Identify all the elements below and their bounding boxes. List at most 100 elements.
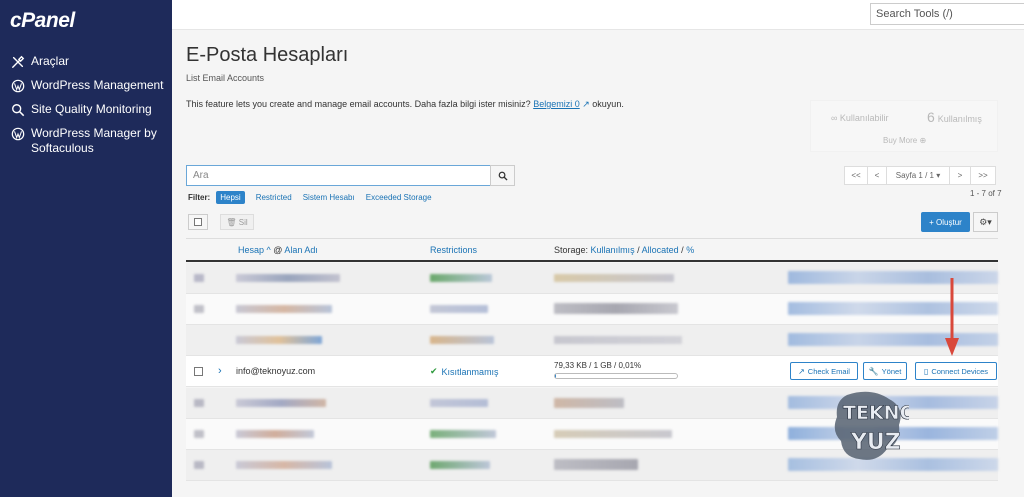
filter-system-account[interactable]: Sistem Hesabı <box>303 193 355 202</box>
redacted-block <box>788 271 998 284</box>
filter-all[interactable]: Hepsi <box>216 191 245 204</box>
redacted-block <box>236 274 340 282</box>
wrench-icon: 🔧 <box>868 366 879 376</box>
teknoyuz-watermark-logo: TEKNO YUZ <box>834 391 909 460</box>
redacted-block <box>554 398 624 408</box>
table-row[interactable] <box>186 325 998 356</box>
create-button[interactable]: + Oluştur <box>921 212 970 232</box>
redacted-block <box>236 461 332 469</box>
intro-text: This feature lets you create and manage … <box>186 99 624 110</box>
annotation-arrow-icon <box>945 278 959 356</box>
result-count: 1 - 7 of 7 <box>970 189 1002 198</box>
table-row[interactable] <box>186 294 998 325</box>
redacted-block <box>554 274 674 282</box>
connect-devices-button[interactable]: ▯ Connect Devices <box>915 362 997 380</box>
topbar: Search Tools (/) <box>172 0 1024 30</box>
intro-tail: okuyun. <box>592 99 624 109</box>
restrictions-column-header[interactable]: Restrictions <box>430 245 477 255</box>
available-stat: ∞ Kullanılabilir <box>831 113 889 123</box>
expand-row-icon[interactable]: › <box>218 365 222 377</box>
first-page-button[interactable]: << <box>844 166 868 185</box>
plus-icon: + <box>929 217 937 227</box>
search-icon <box>10 102 25 117</box>
cpanel-logo[interactable]: cPanel <box>10 9 75 33</box>
manage-button[interactable]: 🔧 Yönet <box>863 362 907 380</box>
prev-page-button[interactable]: < <box>867 166 887 185</box>
redacted-block <box>430 399 488 407</box>
sidebar-nav: Araçlar WordPress Management Site Qualit… <box>10 52 170 163</box>
row-checkbox[interactable] <box>194 367 203 376</box>
table-row-info-account[interactable]: › info@teknoyuz.com ✔ Kısıtlanmamış 79,3… <box>186 356 998 387</box>
trash-icon: 🗑 <box>226 217 237 227</box>
pagination: << < Sayfa 1 / 1 ▾ > >> <box>844 166 996 185</box>
sidebar: cPanel Araçlar WordPress Management Site… <box>0 0 172 497</box>
redacted-block <box>554 336 682 344</box>
sidebar-item-label: WordPress Manager by Softaculous <box>31 126 157 155</box>
mobile-device-icon: ▯ <box>923 366 929 376</box>
select-all-checkbox[interactable] <box>188 214 208 230</box>
redacted-block <box>430 305 488 313</box>
filter-restricted[interactable]: Restricted <box>256 193 292 202</box>
storage-column-header[interactable]: Storage: Kullanılmış / Allocated / % <box>554 245 694 255</box>
filter-label: Filter: <box>188 193 211 202</box>
sidebar-item-label: Site Quality Monitoring <box>31 102 152 116</box>
redacted-block <box>788 302 998 315</box>
last-page-button[interactable]: >> <box>970 166 996 185</box>
sidebar-item-label: Araçlar <box>31 54 70 68</box>
sidebar-item-site-quality-monitoring[interactable]: Site Quality Monitoring <box>10 100 170 119</box>
sort-up-icon: ^ <box>264 245 274 255</box>
storage-usage-text: 79,33 KB / 1 GB / 0,01% <box>554 361 642 370</box>
redacted-block <box>194 274 204 282</box>
search-icon <box>498 171 508 181</box>
intro-sentence: This feature lets you create and manage … <box>186 99 531 109</box>
external-link-icon: ↗ <box>582 99 590 109</box>
search-button[interactable] <box>490 165 515 186</box>
redacted-block <box>194 461 204 469</box>
wordpress-icon <box>10 78 25 93</box>
sidebar-item-label: WordPress Management <box>31 78 164 92</box>
table-row[interactable] <box>186 263 998 294</box>
redacted-block <box>236 305 332 313</box>
sidebar-item-araclar[interactable]: Araçlar <box>10 52 170 71</box>
filter-exceeded-storage[interactable]: Exceeded Storage <box>366 193 432 202</box>
redacted-block <box>430 336 494 344</box>
next-page-button[interactable]: > <box>949 166 971 185</box>
redacted-block <box>194 399 204 407</box>
page-subtitle: List Email Accounts <box>186 73 265 83</box>
account-column-header[interactable]: Hesap ^ @ Alan Adı <box>238 245 318 255</box>
tools-icon <box>10 54 25 69</box>
redacted-block <box>430 461 490 469</box>
filter-bar: Filter: Hepsi Restricted Sistem Hesabı E… <box>188 191 443 204</box>
redacted-block <box>194 430 204 438</box>
page-select[interactable]: Sayfa 1 / 1 ▾ <box>886 166 950 185</box>
account-search-input[interactable]: Ara <box>186 165 491 186</box>
settings-dropdown-button[interactable]: ⚙ ▾ <box>973 212 998 232</box>
sidebar-item-wordpress-management[interactable]: WordPress Management <box>10 76 170 95</box>
redacted-block <box>554 303 678 314</box>
svg-text:YUZ: YUZ <box>850 430 901 455</box>
sidebar-item-wordpress-manager[interactable]: WordPress Manager by Softaculous <box>10 124 170 158</box>
redacted-block <box>554 459 638 470</box>
buy-more-link[interactable]: Buy More ⊕ <box>883 136 926 145</box>
account-email[interactable]: info@teknoyuz.com <box>236 366 315 376</box>
storage-progress-bar <box>554 373 678 379</box>
external-link-icon: ↗ <box>798 366 805 376</box>
search-tools-input[interactable]: Search Tools (/) <box>870 3 1024 25</box>
redacted-block <box>430 430 496 438</box>
main-content: E-Posta Hesapları List Email Accounts Th… <box>172 30 1024 497</box>
redacted-block <box>236 430 314 438</box>
table-header: Hesap ^ @ Alan Adı Restrictions Storage:… <box>186 238 998 262</box>
delete-button[interactable]: 🗑 Sil <box>220 214 254 230</box>
restriction-status[interactable]: ✔ Kısıtlanmamış <box>430 366 499 377</box>
gear-icon: ⚙ <box>979 216 988 227</box>
wordpress-icon <box>10 126 25 141</box>
redacted-block <box>236 399 326 407</box>
redacted-block <box>788 333 998 346</box>
documentation-link[interactable]: Belgemizi 0 <box>533 99 580 109</box>
redacted-block <box>194 305 204 313</box>
page-title: E-Posta Hesapları <box>186 44 349 66</box>
check-email-button[interactable]: ↗ Check Email <box>790 362 858 380</box>
svg-text:TEKNO: TEKNO <box>843 402 909 424</box>
link-icon: ∞ <box>831 113 840 123</box>
redacted-block <box>430 274 492 282</box>
